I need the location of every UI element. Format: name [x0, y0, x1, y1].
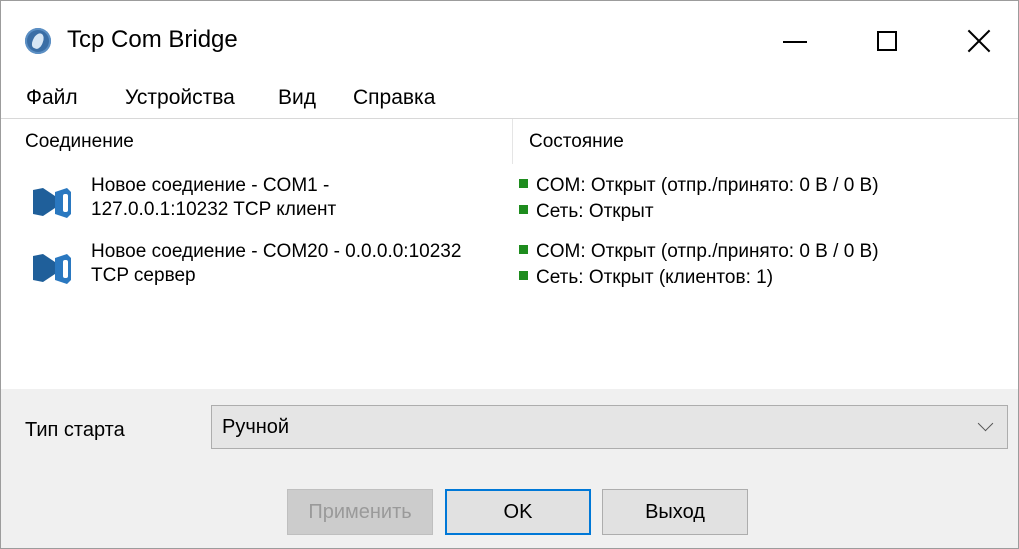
start-type-select[interactable]: Ручной: [211, 405, 1008, 449]
column-header-connection[interactable]: Соединение: [1, 119, 513, 164]
start-type-value: Ручной: [222, 416, 290, 438]
connections-list[interactable]: Соединение Состояние Новое соедиение - C…: [1, 118, 1018, 389]
close-icon: [966, 28, 992, 54]
connection-name: Новое соедиение - COM20 - 0.0.0.0:10232 …: [91, 240, 511, 288]
start-type-label: Тип старта: [25, 419, 125, 441]
app-window: Tcp Com Bridge Файл Устройства Вид Справ…: [0, 0, 1019, 549]
apply-button[interactable]: Применить: [287, 489, 433, 535]
led-icon: [519, 245, 528, 255]
status-text: Сеть: Открыт: [536, 201, 654, 222]
led-icon: [519, 179, 528, 189]
plug-icon: [33, 188, 71, 218]
status-net: Сеть: Открыт: [519, 200, 654, 224]
connection-line: 127.0.0.1:10232 TCP клиент: [91, 199, 337, 220]
status-text: COM: Открыт (отпр./принято: 0 B / 0 B): [536, 241, 879, 262]
led-icon: [519, 205, 528, 215]
list-item[interactable]: Новое соедиение - COM1 - 127.0.0.1:10232…: [1, 174, 1018, 244]
status-text: Сеть: Открыт (клиентов: 1): [536, 267, 774, 288]
status-text: COM: Открыт (отпр./принято: 0 B / 0 B): [536, 175, 879, 196]
title-bar: Tcp Com Bridge: [1, 1, 1018, 81]
connection-name: Новое соедиение - COM1 - 127.0.0.1:10232…: [91, 174, 511, 222]
menu-bar: Файл Устройства Вид Справка: [1, 81, 1018, 118]
connection-line: TCP сервер: [91, 265, 196, 286]
plug-icon: [33, 254, 71, 284]
app-icon: [25, 28, 51, 54]
column-header-status[interactable]: Состояние: [513, 119, 1018, 164]
connection-line: Новое соедиение - COM20 - 0.0.0.0:10232: [91, 241, 462, 262]
status-com: COM: Открыт (отпр./принято: 0 B / 0 B): [519, 174, 879, 198]
window-title: Tcp Com Bridge: [67, 26, 238, 53]
status-net: Сеть: Открыт (клиентов: 1): [519, 266, 773, 290]
exit-button[interactable]: Выход: [602, 489, 748, 535]
ok-button[interactable]: OK: [445, 489, 591, 535]
minimize-icon: [783, 41, 807, 43]
led-icon: [519, 271, 528, 281]
connection-line: Новое соедиение - COM1 -: [91, 175, 330, 196]
menu-help[interactable]: Справка: [353, 86, 435, 110]
list-item[interactable]: Новое соедиение - COM20 - 0.0.0.0:10232 …: [1, 240, 1018, 310]
chevron-down-icon: [977, 415, 994, 432]
close-button[interactable]: [933, 1, 1018, 81]
menu-file[interactable]: Файл: [26, 86, 78, 110]
status-com: COM: Открыт (отпр./принято: 0 B / 0 B): [519, 240, 879, 264]
maximize-button[interactable]: [841, 1, 933, 81]
maximize-icon: [877, 31, 897, 51]
menu-devices[interactable]: Устройства: [125, 86, 235, 110]
minimize-button[interactable]: [749, 1, 841, 81]
menu-view[interactable]: Вид: [278, 86, 316, 110]
